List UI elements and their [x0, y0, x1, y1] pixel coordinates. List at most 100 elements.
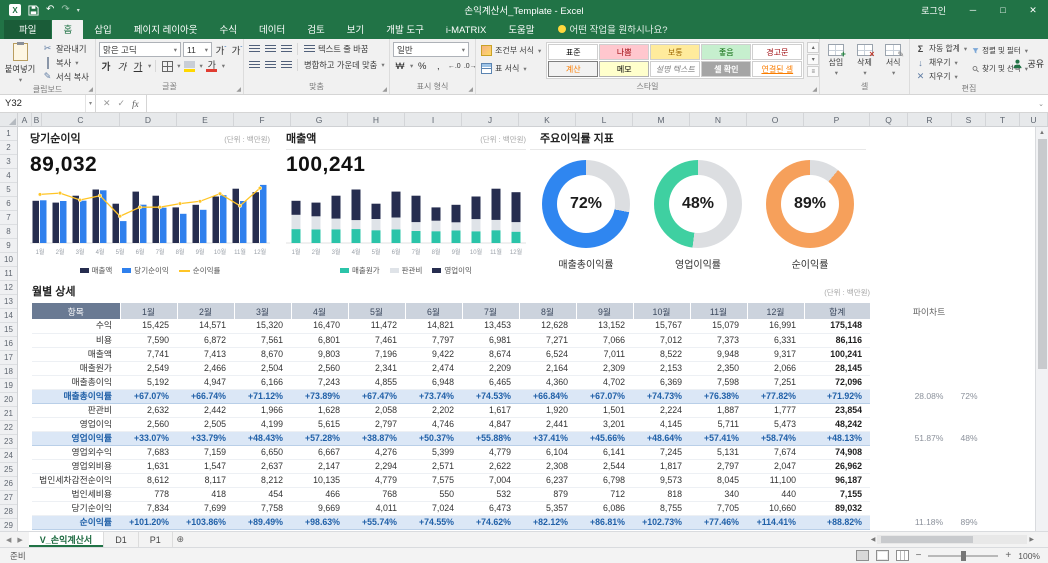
customize-qat-caret-icon[interactable]: ▾: [77, 7, 80, 14]
cell[interactable]: 6,465: [462, 375, 519, 389]
ribbon-tab-도움말[interactable]: 도움말: [497, 19, 545, 39]
cell[interactable]: +67.07%: [120, 389, 177, 403]
ribbon-tab-개발 도구[interactable]: 개발 도구: [375, 19, 435, 39]
share-button[interactable]: 공유: [1012, 57, 1044, 70]
cell[interactable]: 532: [462, 487, 519, 501]
row-header-25[interactable]: 25: [0, 463, 17, 477]
cell[interactable]: 7,598: [690, 375, 747, 389]
cell[interactable]: +38.87%: [348, 431, 405, 445]
cell[interactable]: 7,590: [120, 333, 177, 347]
save-icon[interactable]: [28, 5, 39, 16]
row-header-7[interactable]: 7: [0, 211, 17, 225]
cell[interactable]: +33.79%: [177, 431, 234, 445]
cell[interactable]: 4,855: [348, 375, 405, 389]
zoom-slider-thumb[interactable]: [961, 551, 966, 561]
cell[interactable]: +33.07%: [120, 431, 177, 445]
cell[interactable]: 2,308: [519, 459, 576, 473]
row-header-10[interactable]: 10: [0, 253, 17, 267]
align-center-button[interactable]: [263, 58, 277, 72]
cell[interactable]: 2,466: [177, 361, 234, 375]
row-header-19[interactable]: 19: [0, 379, 17, 393]
cell[interactable]: 28,145: [804, 361, 870, 375]
column-header-R[interactable]: R: [908, 113, 952, 126]
cell[interactable]: 7,797: [405, 333, 462, 347]
percent-style-button[interactable]: %: [415, 59, 429, 73]
row-header-28[interactable]: 28: [0, 505, 17, 519]
cell[interactable]: 4,360: [519, 375, 576, 389]
cell[interactable]: 879: [519, 487, 576, 501]
ribbon-tab-삽입[interactable]: 삽입: [83, 19, 122, 39]
format-cells-button[interactable]: 서식▾: [880, 42, 906, 77]
cell[interactable]: +48.64%: [633, 431, 690, 445]
paste-button[interactable]: 붙여넣기 ▾: [3, 42, 37, 84]
cell[interactable]: 5,399: [405, 445, 462, 459]
cell[interactable]: 7,373: [690, 333, 747, 347]
clear-button[interactable]: ✕지우기▾: [913, 70, 967, 83]
cell[interactable]: +45.66%: [576, 431, 633, 445]
row-label[interactable]: 매출원가: [32, 361, 120, 375]
cell[interactable]: 5,131: [690, 445, 747, 459]
cell[interactable]: 8,212: [234, 473, 291, 487]
cell[interactable]: 9,803: [291, 347, 348, 361]
cell[interactable]: 2,632: [120, 403, 177, 417]
cell[interactable]: 15,425: [120, 319, 177, 333]
row-label[interactable]: 영업이익: [32, 417, 120, 431]
column-header-O[interactable]: O: [747, 113, 804, 126]
cell[interactable]: 10,135: [291, 473, 348, 487]
cell[interactable]: +88.82%: [804, 515, 870, 529]
column-header-L[interactable]: L: [576, 113, 633, 126]
cell[interactable]: +77.82%: [747, 389, 804, 403]
row-label[interactable]: 매출액: [32, 347, 120, 361]
cell[interactable]: 5,615: [291, 417, 348, 431]
column-header-S[interactable]: S: [952, 113, 986, 126]
zoom-in-icon[interactable]: +: [1005, 550, 1011, 561]
cell[interactable]: 4,947: [177, 375, 234, 389]
cell[interactable]: 7,674: [747, 445, 804, 459]
page-break-view-icon[interactable]: [896, 550, 909, 561]
cell[interactable]: +98.63%: [291, 515, 348, 529]
cell[interactable]: 712: [576, 487, 633, 501]
ribbon-tab-파일[interactable]: 파일: [4, 19, 51, 39]
cell[interactable]: 1,966: [234, 403, 291, 417]
column-header-T[interactable]: T: [986, 113, 1020, 126]
italic-button[interactable]: 가: [115, 59, 129, 73]
cell[interactable]: 4,847: [462, 417, 519, 431]
cell[interactable]: 7,066: [576, 333, 633, 347]
gallery-down-icon[interactable]: ▾: [807, 54, 819, 65]
cell[interactable]: 6,667: [291, 445, 348, 459]
cell[interactable]: 7,705: [690, 501, 747, 515]
row-label[interactable]: 순이익률: [32, 515, 120, 529]
cell[interactable]: 768: [348, 487, 405, 501]
name-box[interactable]: Y32▾: [0, 95, 96, 112]
cell[interactable]: 6,141: [576, 445, 633, 459]
cell[interactable]: 74,908: [804, 445, 870, 459]
maximize-button[interactable]: □: [988, 0, 1018, 20]
increase-decimal-button[interactable]: ←.0: [447, 59, 461, 73]
number-format-select[interactable]: 일반▾: [393, 42, 469, 57]
cell[interactable]: 2,637: [234, 459, 291, 473]
cell[interactable]: 6,981: [462, 333, 519, 347]
row-label[interactable]: 법인세비용: [32, 487, 120, 501]
cell[interactable]: 7,461: [348, 333, 405, 347]
cell[interactable]: +74.53%: [462, 389, 519, 403]
normal-view-icon[interactable]: [856, 550, 869, 561]
row-header-24[interactable]: 24: [0, 449, 17, 463]
cell[interactable]: 48,242: [804, 417, 870, 431]
cell[interactable]: 2,350: [690, 361, 747, 375]
cell[interactable]: 7,413: [177, 347, 234, 361]
ribbon-tab-검토[interactable]: 검토: [296, 19, 335, 39]
column-header-N[interactable]: N: [690, 113, 747, 126]
cell[interactable]: +73.74%: [405, 389, 462, 403]
cell[interactable]: 440: [747, 487, 804, 501]
cell[interactable]: 175,148: [804, 319, 870, 333]
format-painter-button[interactable]: ✎서식 복사: [40, 70, 91, 83]
cell[interactable]: 2,309: [576, 361, 633, 375]
column-header-C[interactable]: C: [42, 113, 120, 126]
ribbon-tab-홈[interactable]: 홈: [52, 19, 83, 39]
cell[interactable]: 89,032: [804, 501, 870, 515]
row-header-15[interactable]: 15: [0, 323, 17, 337]
cell[interactable]: 2,224: [633, 403, 690, 417]
cell[interactable]: 86,116: [804, 333, 870, 347]
cell-style-연결된 셀[interactable]: 연결된 셀: [752, 61, 802, 77]
align-middle-button[interactable]: [263, 42, 277, 56]
